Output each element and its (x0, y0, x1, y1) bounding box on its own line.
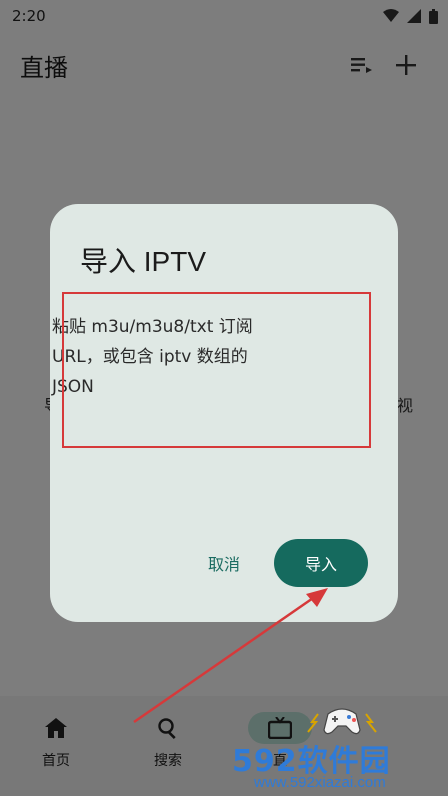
game-controller-icon (307, 708, 377, 735)
dialog-title: 导入 IPTV (80, 246, 207, 277)
import-button[interactable]: 导入 (274, 539, 368, 587)
annotation-highlight-box (62, 292, 371, 448)
cancel-button[interactable]: 取消 (200, 546, 248, 580)
watermark-url: www.592xiazai.com (254, 774, 386, 791)
watermark: 592软件园 www.592xiazai.com (232, 736, 442, 792)
